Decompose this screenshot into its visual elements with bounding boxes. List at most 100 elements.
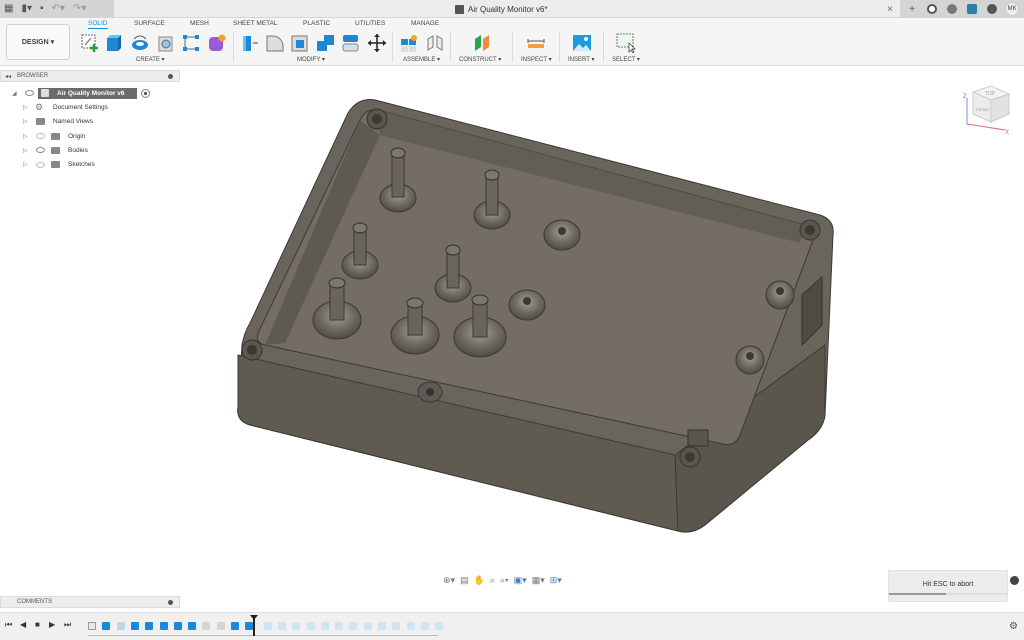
timeline-feature-joint[interactable]	[320, 622, 329, 630]
extrude-icon[interactable]	[104, 33, 124, 53]
apps-grid-icon[interactable]: ▦	[4, 0, 13, 18]
workspace-switcher[interactable]: DESIGN ▾	[6, 24, 70, 60]
timeline-feature-extrude[interactable]	[159, 622, 168, 630]
timeline-feature-extrude[interactable]	[173, 622, 182, 630]
timeline-feature-joint[interactable]	[306, 622, 315, 630]
browser-item[interactable]: ▷ Sketches	[0, 157, 180, 171]
timeline-feature-fillet[interactable]	[420, 622, 429, 630]
comments-panel-header[interactable]: COMMENTS	[0, 596, 180, 608]
tab-surface[interactable]: SURFACE	[134, 20, 165, 27]
timeline-feature-fillet[interactable]	[216, 622, 225, 630]
root-component-label[interactable]: Air Quality Monitor v6	[38, 87, 137, 99]
timeline-feature-extrude[interactable]	[292, 622, 301, 630]
collapse-panel-icon[interactable]: ◂◂	[5, 73, 11, 80]
visibility-eye-hidden-icon[interactable]	[36, 161, 45, 168]
shell-icon[interactable]	[290, 33, 310, 53]
viewports-icon[interactable]: ⊞▾	[550, 575, 562, 586]
collapsed-triangle-icon[interactable]: ▷	[23, 104, 28, 111]
timeline-stop-button[interactable]: ■	[35, 620, 40, 629]
fillet-icon[interactable]	[265, 33, 285, 53]
expanded-triangle-icon[interactable]: ◢	[12, 90, 17, 97]
select-menu[interactable]: SELECT ▾	[612, 56, 640, 63]
timeline-previous-button[interactable]: ◀	[20, 620, 26, 629]
timeline-feature-joint[interactable]	[349, 622, 358, 630]
abort-icon[interactable]	[1010, 576, 1019, 585]
create-sketch-icon[interactable]	[80, 33, 100, 53]
timeline-feature-extrude[interactable]	[231, 622, 239, 630]
user-avatar[interactable]: MK	[1002, 0, 1022, 18]
collapsed-triangle-icon[interactable]: ▷	[23, 161, 28, 168]
collapsed-triangle-icon[interactable]: ▷	[23, 133, 28, 140]
new-tab-button[interactable]: +	[902, 0, 922, 18]
zoom-icon[interactable]: ⌕▾	[500, 575, 509, 586]
pan-icon[interactable]: ✋	[474, 575, 485, 586]
pin-icon[interactable]	[168, 74, 173, 79]
timeline-feature-fillet[interactable]	[202, 622, 211, 630]
undo-icon[interactable]: ↶▾	[52, 0, 65, 18]
job-status-icon[interactable]	[942, 0, 962, 18]
insert-menu[interactable]: INSERT ▾	[568, 56, 594, 63]
display-settings-icon[interactable]: ▣▾	[514, 575, 527, 586]
insert-image-icon[interactable]	[572, 33, 592, 53]
assemble-menu[interactable]: ASSEMBLE ▾	[403, 56, 440, 63]
browser-item[interactable]: ▷ Bodies	[0, 143, 180, 157]
collapsed-triangle-icon[interactable]: ▷	[23, 147, 28, 154]
activate-radio[interactable]	[141, 88, 150, 98]
timeline-feature-sketch[interactable]	[88, 622, 96, 630]
file-menu-icon[interactable]: ▮▾	[21, 0, 32, 18]
close-tab-button[interactable]: ×	[880, 4, 900, 15]
pattern-icon[interactable]	[181, 33, 201, 53]
split-body-icon[interactable]	[341, 33, 361, 53]
combine-icon[interactable]	[316, 33, 336, 53]
grid-settings-icon[interactable]: ▦▾	[532, 575, 545, 586]
redo-icon[interactable]: ↷▾	[73, 0, 86, 18]
move-copy-icon[interactable]	[367, 33, 387, 53]
tab-manage[interactable]: MANAGE	[411, 20, 439, 27]
document-tab[interactable]: Air Quality Monitor v6*	[455, 0, 548, 18]
viewcube[interactable]: TOP FRONT Z X	[955, 78, 1015, 138]
inspect-menu[interactable]: INSPECT ▾	[521, 56, 552, 63]
measure-icon[interactable]	[526, 33, 546, 53]
timeline-feature-pattern[interactable]	[363, 622, 372, 630]
tab-solid[interactable]: SOLID	[88, 20, 108, 29]
timeline-feature-extrude[interactable]	[145, 622, 154, 630]
timeline-feature-extrude[interactable]	[188, 622, 197, 630]
timeline-feature-joint[interactable]	[335, 622, 344, 630]
select-window-icon[interactable]	[616, 33, 636, 53]
timeline-marker[interactable]	[250, 615, 258, 636]
zoom-window-icon[interactable]: ⌕	[490, 575, 495, 586]
look-at-icon[interactable]: ▤	[460, 575, 469, 586]
construct-menu[interactable]: CONSTRUCT ▾	[459, 56, 501, 63]
timeline-feature-pattern[interactable]	[406, 622, 415, 630]
hole-icon[interactable]	[156, 33, 176, 53]
timeline-first-button[interactable]: ⏮	[5, 620, 12, 630]
extensions-icon[interactable]	[922, 0, 942, 18]
tab-plastic[interactable]: PLASTIC	[303, 20, 330, 27]
timeline-feature-extrude[interactable]	[263, 622, 272, 630]
timeline-feature-shell[interactable]	[116, 622, 125, 630]
viewcube-front-label[interactable]: FRONT	[976, 107, 990, 112]
offset-plane-icon[interactable]	[472, 33, 492, 53]
timeline-feature-extrude[interactable]	[102, 622, 111, 630]
create-menu[interactable]: CREATE ▾	[136, 56, 165, 63]
browser-item[interactable]: ▷ ⚙ Document Settings	[0, 100, 180, 114]
create-form-icon[interactable]	[207, 33, 227, 53]
new-component-icon[interactable]	[399, 33, 419, 53]
browser-root[interactable]: ◢ Air Quality Monitor v6	[0, 86, 180, 100]
revolve-icon[interactable]	[130, 33, 150, 53]
help-icon[interactable]	[982, 0, 1002, 18]
tab-mesh[interactable]: MESH	[190, 20, 209, 27]
visibility-eye-hidden-icon[interactable]	[36, 133, 45, 140]
press-pull-icon[interactable]	[240, 33, 260, 53]
timeline-last-button[interactable]: ⏭	[64, 620, 71, 630]
browser-panel-header[interactable]: ◂◂ BROWSER	[0, 70, 180, 82]
timeline-next-button[interactable]: ▶	[49, 620, 55, 629]
timeline-feature-extrude[interactable]	[435, 622, 444, 630]
notifications-icon[interactable]	[962, 0, 982, 18]
collapsed-triangle-icon[interactable]: ▷	[23, 118, 28, 125]
model-viewport[interactable]	[230, 95, 850, 540]
browser-item[interactable]: ▷ Origin	[0, 129, 180, 143]
modify-menu[interactable]: MODIFY ▾	[297, 56, 325, 63]
settings-gear-icon[interactable]: ⚙	[1009, 621, 1018, 632]
orbit-icon[interactable]: ⊕▾	[443, 575, 455, 586]
